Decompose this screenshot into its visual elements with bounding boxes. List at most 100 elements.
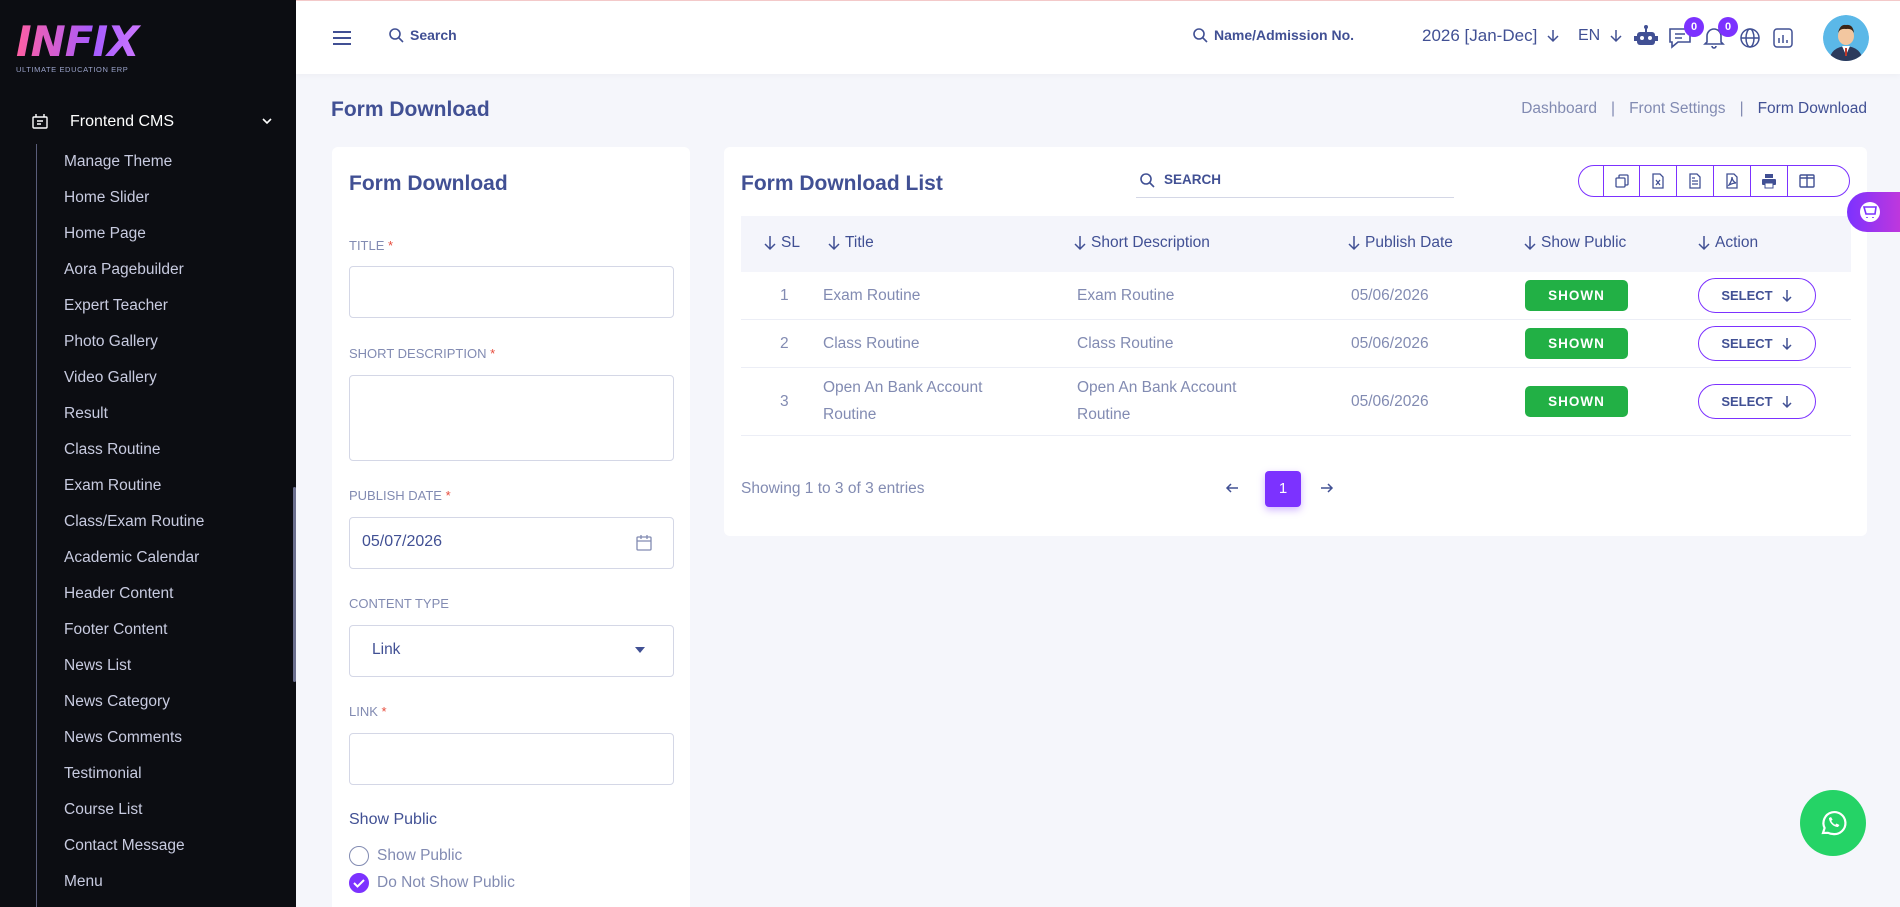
column-header-title[interactable]: Title <box>827 234 874 252</box>
pdf-button[interactable] <box>1714 166 1751 196</box>
sidebar-item-result[interactable]: Result <box>37 396 256 432</box>
sidebar-item-news-category[interactable]: News Category <box>37 684 256 720</box>
sidebar-item-home-slider[interactable]: Home Slider <box>37 180 256 216</box>
notifications-button[interactable]: 0 <box>1700 17 1738 51</box>
short-description-textarea[interactable] <box>349 375 674 461</box>
radio-unchecked[interactable] <box>349 846 369 866</box>
global-search[interactable]: Search <box>388 27 457 43</box>
breadcrumb-front-settings[interactable]: Front Settings <box>1629 100 1726 118</box>
whatsapp-button[interactable] <box>1800 790 1866 856</box>
csv-icon <box>1689 173 1701 189</box>
academic-year-select[interactable]: 2026 [Jan-Dec] <box>1422 26 1561 46</box>
sidebar-item-class-exam-routine[interactable]: Class/Exam Routine <box>37 504 256 540</box>
title-label: TITLE * <box>349 238 393 253</box>
sidebar-scrollbar[interactable] <box>293 487 296 682</box>
select-action-button[interactable]: SELECT <box>1698 384 1816 419</box>
sidebar: INFIX ULTIMATE EDUCATION ERP Frontend CM… <box>0 0 296 907</box>
pagination-current-page[interactable]: 1 <box>1265 471 1301 507</box>
sidebar-item-news-list[interactable]: News List <box>37 648 256 684</box>
cell-short-description-line2: Routine <box>1077 406 1131 423</box>
pagination-prev-icon[interactable] <box>1224 480 1240 496</box>
sidebar-item-news-comments[interactable]: News Comments <box>37 720 256 756</box>
calendar-icon[interactable] <box>635 534 653 552</box>
short-description-label: SHORT DESCRIPTION * <box>349 346 495 361</box>
sidebar-section-label: Frontend CMS <box>70 113 175 130</box>
breadcrumb-form-download[interactable]: Form Download <box>1758 100 1867 118</box>
shown-status-button[interactable]: SHOWN <box>1525 386 1628 417</box>
sidebar-item-header-content[interactable]: Header Content <box>37 576 256 612</box>
logo[interactable]: INFIX ULTIMATE EDUCATION ERP <box>16 20 146 80</box>
website-button[interactable] <box>1736 23 1764 51</box>
excel-button[interactable] <box>1640 166 1677 196</box>
sidebar-item-aora-pagebuilder[interactable]: Aora Pagebuilder <box>37 252 256 288</box>
link-input[interactable] <box>349 733 674 785</box>
column-header-show-public[interactable]: Show Public <box>1523 234 1626 252</box>
link-label: LINK * <box>349 704 387 719</box>
sidebar-item-testimonial[interactable]: Testimonial <box>37 756 256 792</box>
publish-date-label-text: PUBLISH DATE <box>349 488 442 503</box>
radio-do-not-show-public[interactable]: Do Not Show Public <box>349 873 515 893</box>
sort-arrow-icon <box>764 236 776 251</box>
title-input[interactable] <box>349 266 674 318</box>
column-header-sl[interactable]: SL <box>763 234 800 252</box>
list-card-title: Form Download List <box>741 172 943 195</box>
sidebar-item-footer-content[interactable]: Footer Content <box>37 612 256 648</box>
breadcrumb: Dashboard | Front Settings | Form Downlo… <box>1521 100 1867 118</box>
avatar[interactable] <box>1823 15 1869 61</box>
table-row: 3 Open An Bank Account Routine Open An B… <box>741 368 1851 436</box>
content-type-select[interactable]: Link <box>349 625 674 677</box>
select-action-button[interactable]: SELECT <box>1698 278 1816 313</box>
sidebar-item-photo-gallery[interactable]: Photo Gallery <box>37 324 256 360</box>
check-icon <box>353 879 365 888</box>
csv-button[interactable] <box>1677 166 1714 196</box>
cell-publish-date: 05/06/2026 <box>1351 393 1429 410</box>
chatbot-button[interactable] <box>1632 23 1660 51</box>
sidebar-item-exam-routine[interactable]: Exam Routine <box>37 468 256 504</box>
select-action-button[interactable]: SELECT <box>1698 326 1816 361</box>
student-search-label: Name/Admission No. <box>1214 27 1355 43</box>
list-search-input[interactable]: SEARCH <box>1136 162 1454 198</box>
columns-button[interactable] <box>1788 166 1825 196</box>
cell-short-description: Exam Routine <box>1077 287 1175 304</box>
column-header-short-description[interactable]: Short Description <box>1073 234 1210 252</box>
reports-button[interactable] <box>1769 23 1797 51</box>
sidebar-item-manage-theme[interactable]: Manage Theme <box>37 144 256 180</box>
sidebar-item-academic-calendar[interactable]: Academic Calendar <box>37 540 256 576</box>
sidebar-item-course-list[interactable]: Course List <box>37 792 256 828</box>
shown-status-button[interactable]: SHOWN <box>1525 280 1628 311</box>
short-description-label-text: SHORT DESCRIPTION <box>349 346 487 361</box>
hamburger-menu-icon[interactable] <box>332 30 352 46</box>
column-header-publish-date[interactable]: Publish Date <box>1347 234 1453 252</box>
cell-title: Class Routine <box>823 335 920 352</box>
breadcrumb-dashboard[interactable]: Dashboard <box>1521 100 1597 118</box>
column-header-action[interactable]: Action <box>1697 234 1758 252</box>
sidebar-item-menu[interactable]: Menu <box>37 864 256 900</box>
shown-status-button[interactable]: SHOWN <box>1525 328 1628 359</box>
sidebar-item-home-page[interactable]: Home Page <box>37 216 256 252</box>
pagination-next-icon[interactable] <box>1319 480 1335 496</box>
copy-button[interactable] <box>1603 166 1640 196</box>
sidebar-section-frontend-cms[interactable]: Frontend CMS <box>30 108 274 136</box>
robot-icon <box>1634 25 1658 45</box>
floating-cart-tab[interactable] <box>1847 192 1900 232</box>
entries-info: Showing 1 to 3 of 3 entries <box>741 480 925 497</box>
sidebar-item-class-routine[interactable]: Class Routine <box>37 432 256 468</box>
cell-sl: 1 <box>780 287 789 304</box>
search-icon <box>389 28 404 43</box>
sidebar-item-expert-teacher[interactable]: Expert Teacher <box>37 288 256 324</box>
publish-date-input[interactable]: 05/07/2026 <box>349 517 674 569</box>
sidebar-item-contact-message[interactable]: Contact Message <box>37 828 256 864</box>
link-label-text: LINK <box>349 704 378 719</box>
cell-sl: 3 <box>780 393 789 410</box>
sidebar-item-video-gallery[interactable]: Video Gallery <box>37 360 256 396</box>
search-icon <box>1193 28 1208 43</box>
student-search[interactable]: Name/Admission No. <box>1192 27 1354 43</box>
print-button[interactable] <box>1751 166 1788 196</box>
radio-checked[interactable] <box>349 873 369 893</box>
publish-date-label: PUBLISH DATE * <box>349 488 451 503</box>
chat-button[interactable]: 0 <box>1666 17 1704 51</box>
sort-arrow-icon <box>1524 236 1536 251</box>
radio-show-public[interactable]: Show Public <box>349 846 462 866</box>
print-icon <box>1762 174 1776 189</box>
language-select[interactable]: EN <box>1578 27 1624 45</box>
